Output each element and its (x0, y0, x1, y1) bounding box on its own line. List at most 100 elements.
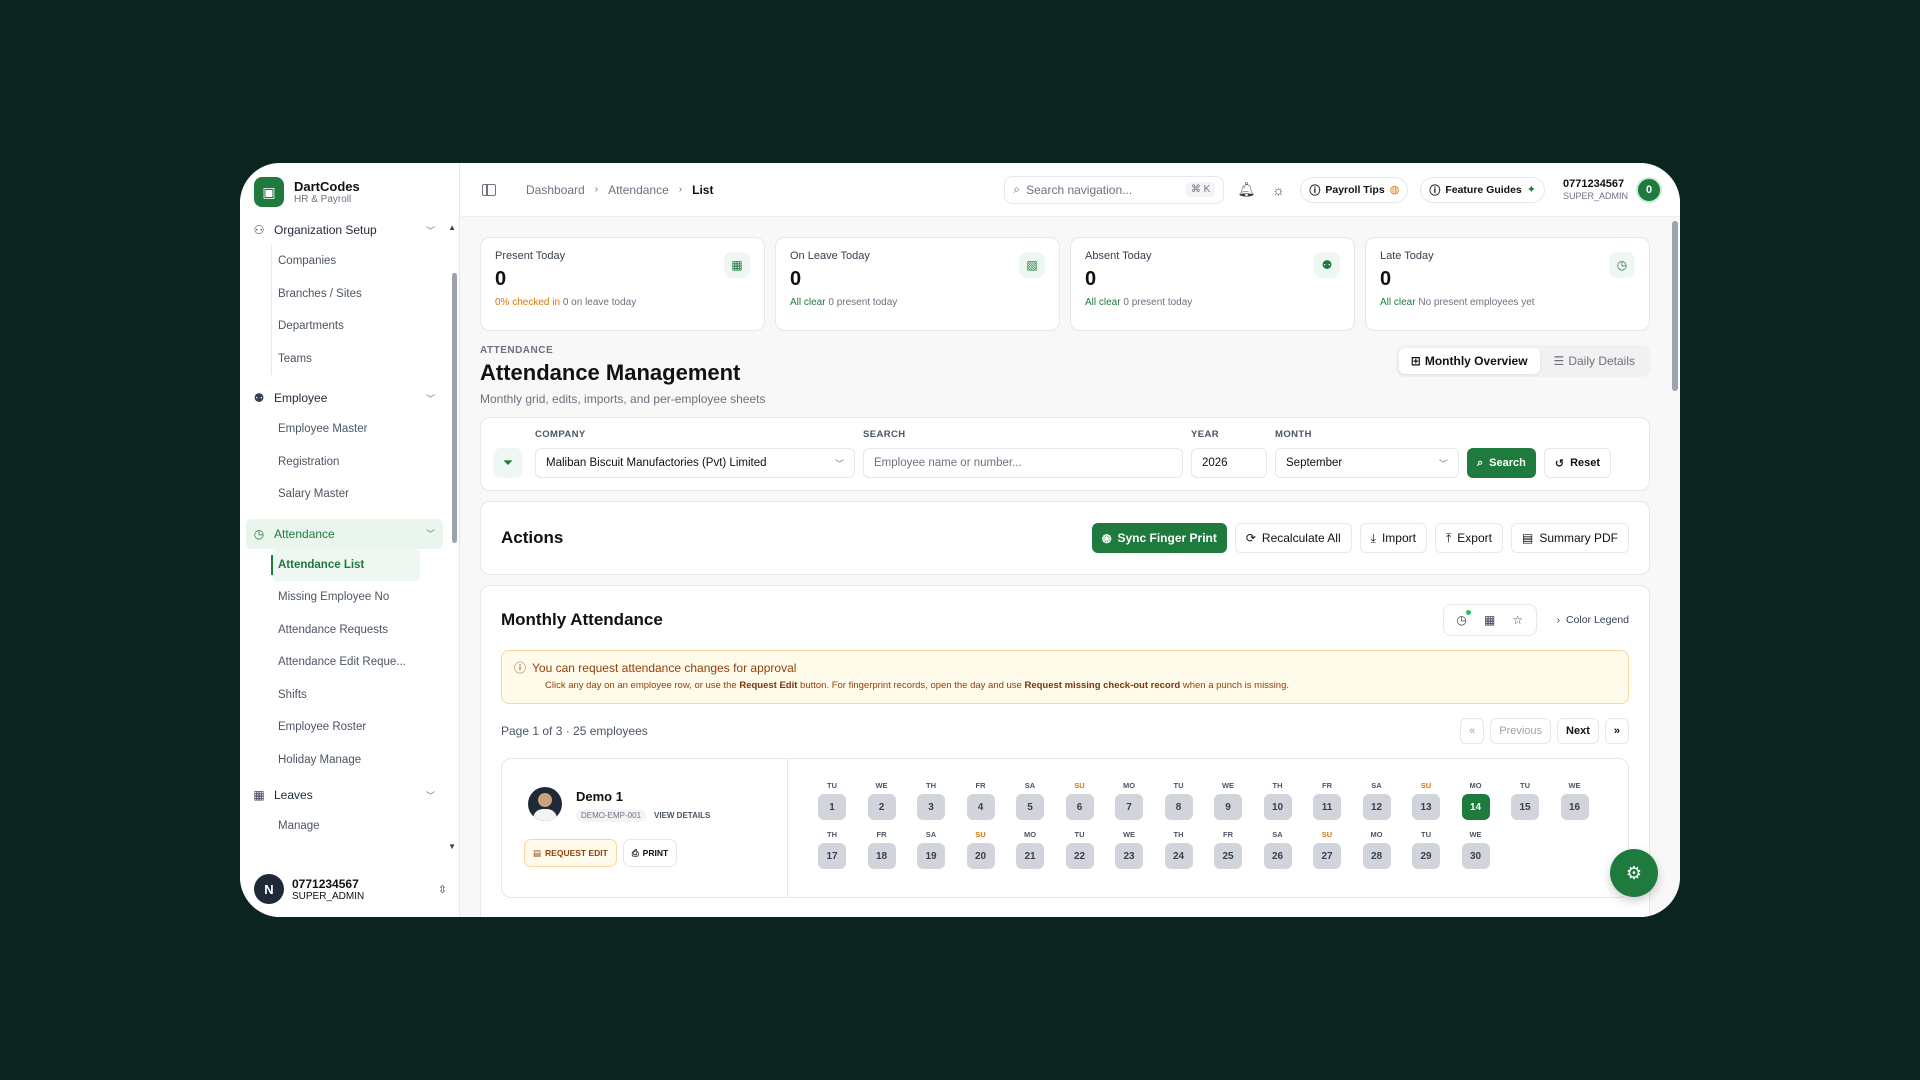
day-cell[interactable]: 9 (1214, 794, 1242, 820)
day-cell[interactable]: 12 (1362, 794, 1391, 820)
calendar-day[interactable]: SU 20 (966, 830, 995, 869)
sidebar-scrollbar[interactable] (452, 273, 457, 543)
company-select[interactable]: Maliban Biscuit Manufactories (Pvt) Limi… (535, 448, 855, 478)
day-cell[interactable]: 19 (917, 843, 945, 869)
sidebar-item-attendance-edit-requests[interactable]: Attendance Edit Reque... (240, 646, 449, 679)
print-button[interactable]: ⎙ PRINT (622, 839, 678, 867)
calendar-day[interactable]: WE 23 (1115, 830, 1143, 869)
year-input[interactable]: 2026 (1191, 448, 1267, 478)
calendar-day[interactable]: MO 28 (1362, 830, 1391, 869)
sidebar-toggle-icon[interactable] (482, 183, 496, 196)
day-cell[interactable]: 26 (1263, 843, 1292, 869)
day-cell[interactable]: 2 (867, 794, 896, 820)
sidebar-item-branches[interactable]: Branches / Sites (240, 278, 449, 311)
sidebar-item-employee-roster[interactable]: Employee Roster (240, 711, 449, 744)
day-cell[interactable]: 4 (966, 794, 995, 820)
sidebar-item-teams[interactable]: Teams (240, 343, 449, 376)
calendar-day[interactable]: TU 22 (1065, 830, 1094, 869)
top-user-menu[interactable]: 0771234567 SUPER_ADMIN 0 (1563, 176, 1662, 203)
sun-icon[interactable]: ☼ (1268, 182, 1288, 198)
calendar-day[interactable]: SA 12 (1362, 781, 1391, 820)
day-cell[interactable]: 8 (1164, 794, 1193, 820)
day-cell[interactable]: 22 (1065, 843, 1094, 869)
day-cell[interactable]: 1 (818, 794, 846, 820)
sidebar-item-attendance-list[interactable]: Attendance List (271, 548, 420, 581)
tab-daily-details[interactable]: ☰ Daily Details (1542, 348, 1647, 374)
calendar-day[interactable]: WE 16 (1560, 781, 1589, 820)
day-cell[interactable]: 27 (1313, 843, 1341, 869)
brand[interactable]: ▣ DartCodes HR & Payroll (240, 163, 459, 217)
sidebar-item-registration[interactable]: Registration (240, 446, 449, 479)
summary-pdf-button[interactable]: ▤ Summary PDF (1510, 523, 1629, 553)
bell-icon[interactable]: 🔔︎ (1236, 181, 1256, 198)
day-cell[interactable]: 24 (1164, 843, 1193, 869)
recalculate-all-button[interactable]: ⟳ Recalculate All (1234, 523, 1352, 553)
calendar-day[interactable]: MO 14 (1461, 781, 1490, 820)
sidebar-item-manage[interactable]: Manage (240, 810, 449, 843)
month-select[interactable]: September ﹀ (1275, 448, 1459, 478)
day-cell[interactable]: 5 (1016, 794, 1044, 820)
day-cell[interactable]: 10 (1263, 794, 1292, 820)
sidebar-item-salary-master[interactable]: Salary Master (240, 478, 449, 511)
filter-icon[interactable]: ⏷ (493, 448, 523, 478)
nav-group-employee[interactable]: ⚉ Employee ﹀ (240, 383, 449, 413)
payroll-tips-button[interactable]: ⓘ Payroll Tips ◍ (1300, 176, 1409, 203)
day-cell[interactable]: 18 (867, 843, 896, 869)
sidebar-item-companies[interactable]: Companies (240, 245, 449, 278)
employee-search-input[interactable]: Employee name or number... (863, 448, 1183, 478)
day-cell[interactable]: 21 (1016, 843, 1044, 869)
day-cell[interactable]: 14 (1461, 794, 1490, 820)
calendar-day[interactable]: TH 17 (818, 830, 846, 869)
day-cell[interactable]: 11 (1313, 794, 1341, 820)
day-cell[interactable]: 15 (1511, 794, 1539, 820)
day-cell[interactable]: 20 (966, 843, 995, 869)
calendar-day[interactable]: TU 29 (1412, 830, 1440, 869)
day-cell[interactable]: 28 (1362, 843, 1391, 869)
day-cell[interactable]: 16 (1560, 794, 1589, 820)
main-scrollbar[interactable] (1672, 221, 1678, 391)
calendar-day[interactable]: TH 3 (917, 781, 945, 820)
day-cell[interactable]: 25 (1214, 843, 1242, 869)
calendar-day[interactable]: FR 18 (867, 830, 896, 869)
scroll-up-icon[interactable]: ▲ (448, 223, 456, 232)
sidebar-user-menu[interactable]: N 0771234567 SUPER_ADMIN ⇳ (240, 861, 459, 917)
export-button[interactable]: ⤒ Export (1434, 523, 1503, 553)
last-page-button[interactable]: » (1604, 718, 1629, 744)
calendar-day[interactable]: SA 26 (1263, 830, 1292, 869)
sidebar-item-holiday-manage[interactable]: Holiday Manage (240, 744, 449, 777)
calendar-day[interactable]: MO 21 (1016, 830, 1044, 869)
view-details-link[interactable]: VIEW DETAILS (654, 811, 710, 820)
calendar-day[interactable]: WE 9 (1214, 781, 1242, 820)
previous-button[interactable]: Previous (1490, 718, 1552, 744)
first-page-button[interactable]: « (1460, 718, 1485, 744)
calendar-day[interactable]: SU 13 (1412, 781, 1440, 820)
calendar-day[interactable]: TH 10 (1263, 781, 1292, 820)
calendar-day[interactable]: TH 24 (1164, 830, 1193, 869)
calendar-day[interactable]: SU 27 (1313, 830, 1341, 869)
clock-icon[interactable]: ◷ (1450, 609, 1474, 631)
breadcrumb-dashboard[interactable]: Dashboard (526, 183, 585, 197)
request-edit-button[interactable]: ▤ REQUEST EDIT (524, 839, 617, 867)
sidebar-item-attendance-requests[interactable]: Attendance Requests (240, 614, 449, 647)
calendar-day[interactable]: FR 11 (1313, 781, 1341, 820)
sidebar-item-shifts[interactable]: Shifts (240, 679, 449, 712)
day-cell[interactable]: 17 (818, 843, 846, 869)
day-cell[interactable]: 13 (1412, 794, 1440, 820)
calendar-day[interactable]: SU 6 (1065, 781, 1094, 820)
sidebar-item-departments[interactable]: Departments (240, 310, 449, 343)
nav-group-attendance[interactable]: ◷ Attendance ﹀ (246, 518, 443, 549)
assistant-bot-button[interactable]: ⚙ (1610, 849, 1658, 897)
calendar-icon[interactable]: ▦ (1478, 609, 1502, 631)
calendar-day[interactable]: FR 25 (1214, 830, 1242, 869)
calendar-day[interactable]: WE 2 (867, 781, 896, 820)
calendar-day[interactable]: SA 19 (917, 830, 945, 869)
calendar-day[interactable]: FR 4 (966, 781, 995, 820)
tab-monthly-overview[interactable]: ⊞ Monthly Overview (1398, 348, 1540, 374)
calendar-day[interactable]: TU 8 (1164, 781, 1193, 820)
day-cell[interactable]: 3 (917, 794, 945, 820)
nav-group-leaves[interactable]: ▦ Leaves ﹀ (240, 780, 449, 810)
sidebar-item-employee-master[interactable]: Employee Master (240, 413, 449, 446)
next-button[interactable]: Next (1557, 718, 1599, 744)
calendar-day[interactable]: WE 30 (1461, 830, 1490, 869)
day-cell[interactable]: 23 (1115, 843, 1143, 869)
